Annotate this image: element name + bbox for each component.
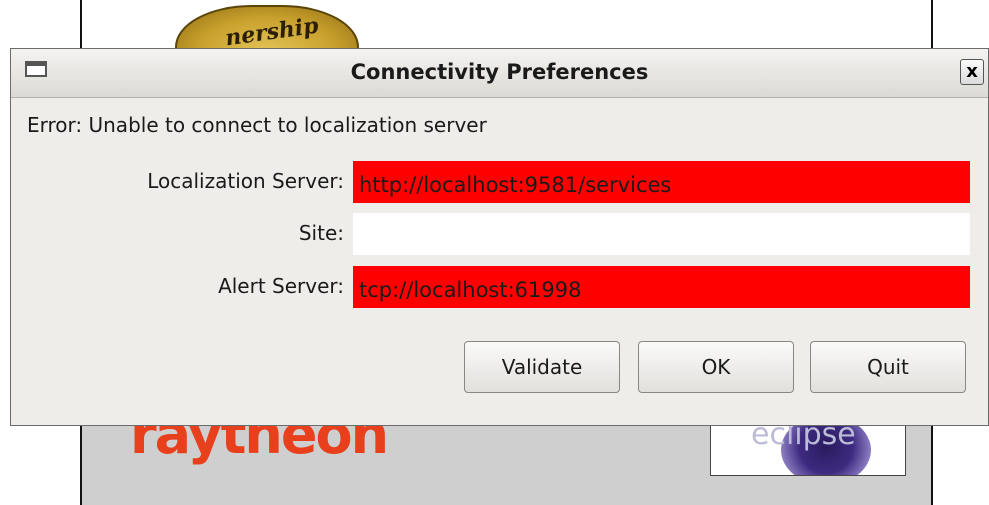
close-icon: x xyxy=(966,61,978,82)
localization-server-input[interactable] xyxy=(353,161,970,203)
alert-server-label: Alert Server: xyxy=(218,274,344,298)
connectivity-preferences-dialog: Connectivity Preferences x Error: Unable… xyxy=(10,48,989,426)
dialog-title: Connectivity Preferences xyxy=(350,60,649,84)
seal-text: nership xyxy=(223,12,321,52)
dialog-titlebar[interactable]: Connectivity Preferences x xyxy=(11,49,988,98)
alert-server-input[interactable] xyxy=(353,266,970,308)
localization-server-label: Localization Server: xyxy=(147,169,344,193)
eclipse-logo: eclipse xyxy=(710,425,906,476)
quit-button[interactable]: Quit xyxy=(810,341,966,393)
close-button[interactable]: x xyxy=(960,59,984,85)
error-message: Error: Unable to connect to localization… xyxy=(27,113,487,137)
eclipse-wordmark: eclipse xyxy=(751,425,856,452)
site-input[interactable] xyxy=(353,213,970,255)
ok-button[interactable]: OK xyxy=(638,341,794,393)
site-label: Site: xyxy=(298,221,344,245)
validate-button[interactable]: Validate xyxy=(464,341,620,393)
